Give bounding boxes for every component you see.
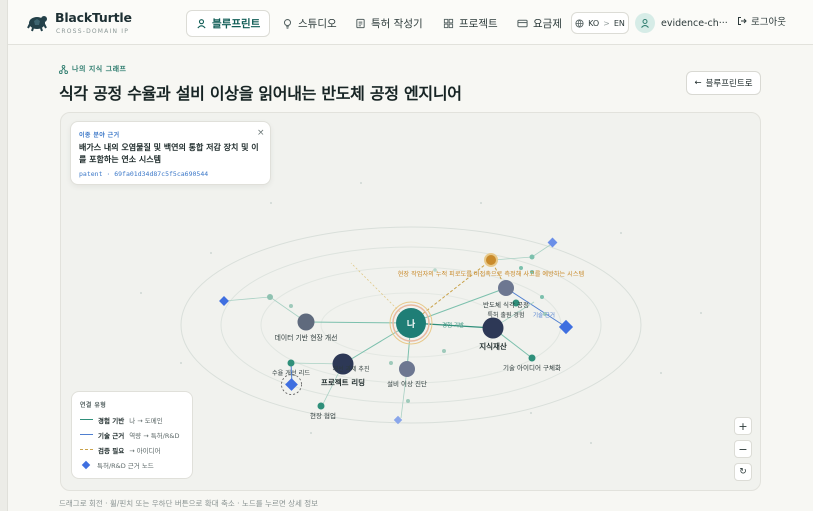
language-switch[interactable]: KO > EN	[571, 12, 629, 34]
brand-tagline: CROSS-DOMAIN IP	[56, 28, 130, 35]
evidence-diamond-selected[interactable]	[285, 378, 298, 391]
node-idea-alert[interactable]	[484, 253, 498, 267]
globe-icon	[575, 18, 584, 28]
legend-row: 경험 기반 나 → 도메인	[80, 414, 163, 425]
nav-studio[interactable]: 스튜디오	[273, 10, 346, 37]
edge	[531, 242, 554, 258]
nav-projects[interactable]: 프로젝트	[434, 10, 507, 37]
interaction-hint: 드래그로 회전 · 휠/핀치 또는 우하단 버튼으로 확대 축소 · 노드를 누…	[59, 499, 319, 508]
eyebrow-label: 나의 지식 그래프	[72, 65, 127, 73]
node-ip[interactable]	[482, 317, 504, 339]
grid-icon	[443, 18, 454, 29]
edge-label-tech: 기술 근거	[533, 311, 555, 319]
close-icon[interactable]: ×	[257, 128, 265, 138]
legend-line-exp	[80, 419, 93, 420]
popup-title: 배가스 내의 오염물질 및 백연의 통합 저감 장치 및 이를 포함하는 연소 …	[79, 143, 259, 164]
evidence-nodes[interactable]	[219, 237, 574, 425]
card-icon	[517, 19, 528, 28]
legend-desc: 역량 → 특허/R&D	[129, 431, 180, 440]
label-data-improvement: 데이터 기반 현장 개선	[275, 333, 338, 342]
back-to-blueprint-button[interactable]: ← 블루프린트로	[686, 71, 761, 95]
lightbulb-icon	[283, 19, 292, 29]
node-detail-popup: 이종 분야 근거 × 배가스 내의 오염물질 및 백연의 통합 저감 장치 및 …	[70, 121, 271, 185]
edge-exp	[305, 321, 412, 324]
zoom-in-button[interactable]: +	[734, 417, 752, 435]
label-patent-app: 특허 출원 경험	[488, 311, 525, 319]
node-diagnosis[interactable]	[399, 361, 415, 377]
legend-name: 기술 근거	[98, 431, 125, 440]
arrow-left-icon: ←	[694, 78, 702, 88]
label-proj-sub: 개선 과제 추진	[333, 365, 370, 373]
label-project-leading: 프로젝트 리딩	[321, 377, 365, 387]
legend-desc: 나 → 도메인	[129, 416, 163, 425]
nav-patent-writer[interactable]: 특허 작성기	[346, 10, 432, 37]
user-email: evidence-ch···	[661, 17, 728, 29]
top-header: BlackTurtle CROSS-DOMAIN IP 블루프린트 스튜디오 특…	[8, 0, 813, 45]
nav-label: 요금제	[533, 18, 562, 30]
legend-row: 검증 필요 → 아이디어	[80, 444, 161, 455]
brand-name: BlackTurtle	[55, 10, 132, 25]
legend-name: 검증 필요	[98, 446, 125, 455]
nav-label: 프로젝트	[459, 18, 498, 30]
user-icon	[641, 19, 649, 28]
lang-sep: >	[603, 18, 610, 28]
legend-line-tech	[80, 434, 93, 435]
label-semi-etch: 반도체 식각 공정	[483, 300, 529, 309]
legend-line-verify	[80, 449, 93, 450]
legend-desc: 특허/R&D 근거 노드	[97, 461, 154, 470]
app-window: BlackTurtle CROSS-DOMAIN IP 블루프린트 스튜디오 특…	[7, 0, 813, 511]
popup-patent-id[interactable]: patent · 69fa01d34d87c5f5ca690544	[79, 170, 208, 178]
logout-button[interactable]: 로그아웃	[737, 14, 786, 28]
nav-blueprint[interactable]: 블루프린트	[186, 10, 271, 37]
knowledge-graph-canvas[interactable]: 나 경험 기반 기술 근거 데이터 기반 현장 개선 지식재산 프로젝트 리딩 …	[60, 112, 761, 491]
legend-desc: → 아이디어	[129, 446, 161, 455]
legend-row: 기술 근거 역량 → 특허/R&D	[80, 429, 179, 440]
label-alert-idea: 현장 작업자의 누적 피로도를 비접촉으로 측정해 사고를 예방하는 시스템	[398, 270, 585, 278]
legend-name: 경험 기반	[98, 416, 125, 425]
legend-diamond-icon	[81, 460, 91, 469]
back-label: 블루프린트로	[705, 79, 753, 89]
user-menu[interactable]: evidence-ch···	[635, 12, 728, 34]
legend-title: 연결 유형	[80, 402, 107, 409]
zoom-out-button[interactable]: −	[734, 440, 752, 458]
nav-label: 블루프린트	[212, 18, 261, 30]
avatar	[635, 13, 655, 33]
label-diagnosis: 설비 이상 진단	[387, 379, 427, 388]
label-yield: 수율 개선 리드	[272, 369, 310, 377]
node-data-improvement[interactable]	[297, 313, 315, 331]
page-eyebrow: 나의 지식 그래프	[59, 64, 126, 74]
nav-label: 특허 작성기	[371, 18, 423, 30]
edge-label-exp: 경험 기반	[442, 321, 464, 329]
nav-label: 스튜디오	[298, 18, 337, 30]
lang-to: EN	[613, 18, 625, 28]
people-icon	[197, 19, 206, 29]
label-field-collab: 현장 협업	[310, 411, 336, 420]
graph-icon	[59, 64, 68, 74]
lang-from: KO	[588, 18, 600, 28]
document-icon	[356, 18, 365, 29]
legend-row: 특허/R&D 근거 노드	[80, 459, 154, 470]
legend: 연결 유형 경험 기반 나 → 도메인 기술 근거 역량 → 특허/R&D 검증…	[71, 391, 193, 479]
logout-icon	[738, 17, 747, 25]
node-semi-etch[interactable]	[498, 280, 514, 296]
edge	[223, 296, 271, 302]
logout-label: 로그아웃	[751, 17, 786, 28]
center-label: 나	[407, 318, 416, 330]
popup-kicker: 이종 분야 근거	[79, 132, 120, 139]
reset-view-button[interactable]: ↻	[734, 463, 752, 481]
page-title: 식각 공정 수율과 설비 이상을 읽어내는 반도체 공정 엔지니어	[59, 84, 462, 103]
turtle-logo-icon[interactable]	[26, 11, 48, 33]
label-idea: 기술 아이디어 구체화	[503, 363, 561, 372]
label-ip: 지식재산	[479, 341, 507, 351]
nav-pricing[interactable]: 요금제	[508, 10, 571, 37]
